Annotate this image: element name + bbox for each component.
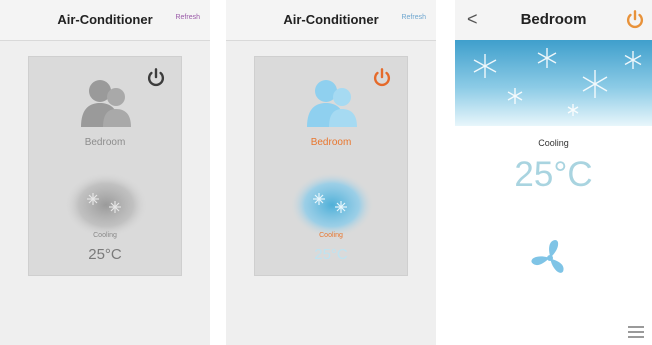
temperature-value: 25°C [514,155,593,194]
room-name: Bedroom [310,137,352,148]
refresh-button[interactable]: Refresh [401,14,426,21]
snowflake-icon [64,172,148,238]
screen-ac-on: Air-Conditioner Refresh Bedroom Cooling … [226,0,436,345]
mode-label: Cooling [538,138,569,148]
device-card[interactable]: Bedroom Cooling 25°C [254,56,408,276]
nav-bar: Air-Conditioner Refresh [226,0,436,41]
user-group-icon [81,80,131,127]
nav-bar: < Bedroom [455,0,652,41]
menu-icon[interactable] [628,325,644,339]
snowflake-banner [455,40,652,126]
screen-ac-off: Air-Conditioner Refresh Bedroom Cooling … [0,0,210,345]
user-group-icon [307,80,357,127]
screen-room-detail: < Bedroom Cooling 25°C [455,0,652,345]
device-card[interactable]: Bedroom Cooling 25°C [28,56,182,276]
temperature-value: 25°C [88,246,122,263]
power-icon[interactable] [624,9,646,31]
nav-bar: Air-Conditioner Refresh [0,0,210,41]
power-icon[interactable] [145,67,167,89]
temperature-value: 25°C [314,246,348,263]
page-title: Bedroom [520,11,587,28]
mode-label: Cooling [93,232,117,239]
power-icon[interactable] [371,67,393,89]
refresh-button[interactable]: Refresh [175,14,200,21]
fan-icon[interactable] [530,238,570,278]
mode-label: Cooling [319,232,343,239]
snowflake-icon [290,172,374,238]
room-name: Bedroom [84,137,126,148]
